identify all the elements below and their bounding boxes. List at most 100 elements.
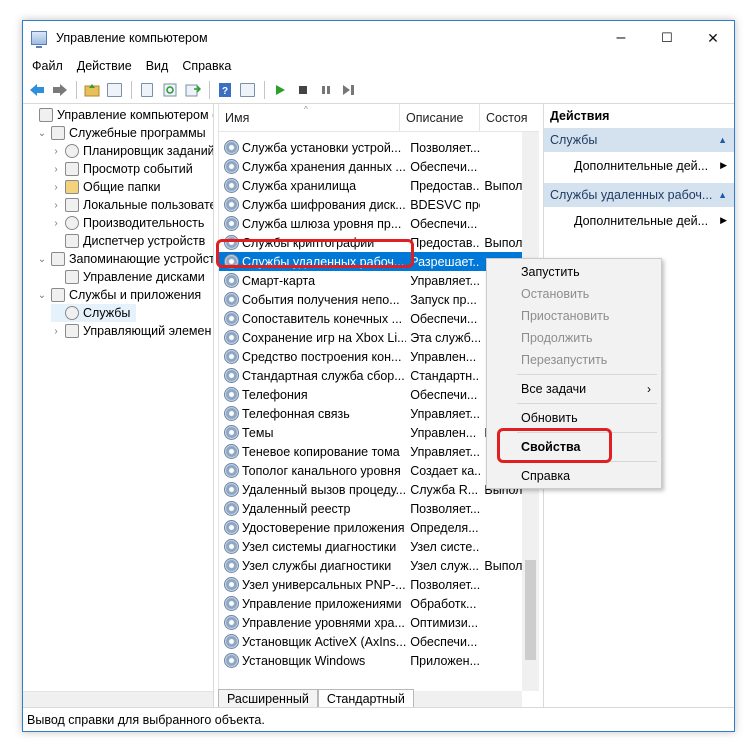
table-row[interactable]: Служба шлюза уровня пр... Обеспечи... xyxy=(219,214,522,233)
tab-extended[interactable]: Расширенный xyxy=(218,689,318,708)
menu-file[interactable]: Файл xyxy=(25,59,70,73)
table-row[interactable]: Тополог канального уровня Создает ка... xyxy=(219,461,522,480)
column-status[interactable]: Состоя xyxy=(480,104,539,132)
actions-section-rdp[interactable]: Службы удаленных рабоч... ▲ xyxy=(544,183,734,207)
refresh-icon[interactable] xyxy=(159,80,180,100)
tree-node-system-tools[interactable]: ⌄ Служебные программы xyxy=(37,124,206,142)
export-list-icon[interactable] xyxy=(182,80,203,100)
tree-node-performance[interactable]: › Производительность xyxy=(51,214,204,232)
table-row[interactable]: Управление приложениями Обработк... xyxy=(219,594,522,613)
back-arrow-icon[interactable] xyxy=(26,80,47,100)
expand-toggle[interactable]: ⌄ xyxy=(37,128,47,139)
expand-toggle[interactable]: › xyxy=(51,182,61,193)
table-row[interactable]: Смарт-карта Управляет... xyxy=(219,271,522,290)
stop-icon[interactable] xyxy=(292,80,313,100)
tree-node-device-manager[interactable]: Диспетчер устройств xyxy=(51,232,205,250)
tree-node-storage[interactable]: ⌄ Запоминающие устройст xyxy=(37,250,214,268)
table-row[interactable]: Сопоставитель конечных ... Обеспечи... xyxy=(219,309,522,328)
tree-node-label: Запоминающие устройст xyxy=(69,252,214,266)
tab-standard[interactable]: Стандартный xyxy=(317,689,414,708)
table-row[interactable]: События получения непо... Запуск пр... xyxy=(219,290,522,309)
show-hide-tree-icon[interactable] xyxy=(104,80,125,100)
menu-item-resume[interactable]: Продолжить xyxy=(487,327,661,349)
service-gear-icon xyxy=(224,159,239,174)
tree-node-task-scheduler[interactable]: › Планировщик заданий xyxy=(51,142,213,160)
collapse-icon[interactable]: ▲ xyxy=(718,135,727,145)
table-row[interactable]: Теневое копирование тома Управляет... xyxy=(219,442,522,461)
table-row[interactable]: Стандартная служба сбор... Стандартн... xyxy=(219,366,522,385)
table-row[interactable]: Узел универсальных PNP-... Позволяет... xyxy=(219,575,522,594)
expand-toggle[interactable]: ⌄ xyxy=(37,254,47,265)
action-label: Дополнительные дей... xyxy=(574,213,709,228)
tree-node-services-apps[interactable]: ⌄ Службы и приложения xyxy=(37,286,201,304)
column-name[interactable]: Имя xyxy=(219,104,400,132)
close-button[interactable]: ✕ xyxy=(690,21,734,55)
collapse-icon[interactable]: ▲ xyxy=(718,190,727,200)
menu-item-help[interactable]: Справка xyxy=(487,465,661,487)
expand-toggle[interactable]: ⌄ xyxy=(37,290,47,301)
service-name: Теневое копирование тома xyxy=(242,444,400,459)
expand-toggle[interactable]: › xyxy=(51,200,61,211)
table-row[interactable]: Удаленный вызов процеду... Служба R... Вып… xyxy=(219,480,522,499)
menu-help[interactable]: Справка xyxy=(175,59,238,73)
table-row[interactable]: Сохранение игр на Xbox Li... Эта служб... xyxy=(219,328,522,347)
expand-toggle[interactable]: › xyxy=(51,146,61,157)
tree-node-services[interactable]: Службы xyxy=(51,304,137,322)
menu-item-refresh[interactable]: Обновить xyxy=(487,407,661,429)
properties-icon[interactable] xyxy=(136,80,157,100)
menu-item-stop[interactable]: Остановить xyxy=(487,283,661,305)
help-topics-icon[interactable] xyxy=(237,80,258,100)
table-row[interactable]: Узел системы диагностики Узел систе... xyxy=(219,537,522,556)
tree-node-wmi-control[interactable]: › Управляющий элемен xyxy=(51,322,211,340)
menu-item-pause[interactable]: Приостановить xyxy=(487,305,661,327)
help-icon[interactable]: ? xyxy=(214,80,235,100)
table-row[interactable]: Средство построения кон... Управлен... xyxy=(219,347,522,366)
tree-node-shared-folders[interactable]: › Общие папки xyxy=(51,178,161,196)
table-row[interactable]: Служба установки устрой... Позволяет... xyxy=(219,138,522,157)
expand-toggle[interactable]: › xyxy=(51,218,61,229)
table-row[interactable]: Удостоверение приложения Определя... xyxy=(219,518,522,537)
forward-arrow-icon[interactable] xyxy=(49,80,70,100)
table-row[interactable]: Управление уровнями хра... Оптимизи... xyxy=(219,613,522,632)
scrollbar-thumb[interactable] xyxy=(525,560,536,660)
service-gear-icon xyxy=(224,311,239,326)
menu-view[interactable]: Вид xyxy=(139,59,176,73)
table-row[interactable]: Телефонная связь Управляет... xyxy=(219,404,522,423)
menu-item-start[interactable]: Запустить xyxy=(487,261,661,283)
service-gear-icon xyxy=(224,178,239,193)
expand-toggle[interactable]: › xyxy=(51,164,61,175)
table-row[interactable]: Удаленный реестр Позволяет... xyxy=(219,499,522,518)
table-row[interactable]: Телефония Обеспечи... xyxy=(219,385,522,404)
action-more-actions[interactable]: Дополнительные дей... ▶ xyxy=(544,207,734,234)
tree-node-event-viewer[interactable]: › Просмотр событий xyxy=(51,160,193,178)
table-row[interactable]: Узел службы диагностики Узел служ... Выпол xyxy=(219,556,522,575)
action-more-actions[interactable]: Дополнительные дей... ▶ xyxy=(544,152,734,179)
menu-item-all-tasks[interactable]: Все задачи › xyxy=(487,378,661,400)
expand-toggle[interactable]: › xyxy=(51,326,61,337)
tree-node-disk-management[interactable]: Управление дисками xyxy=(51,268,205,286)
service-name: Стандартная служба сбор... xyxy=(242,368,405,383)
menu-item-restart[interactable]: Перезапустить xyxy=(487,349,661,371)
service-gear-icon xyxy=(224,140,239,155)
folder-up-icon[interactable] xyxy=(81,80,102,100)
table-row[interactable]: Служба шифрования диск... BDESVC пре... xyxy=(219,195,522,214)
service-name: Служба хранилища xyxy=(242,178,357,193)
table-row[interactable]: ТемыУправлен...Выпол xyxy=(219,423,522,442)
actions-section-services[interactable]: Службы ▲ xyxy=(544,128,734,152)
maximize-button[interactable]: ☐ xyxy=(644,21,690,55)
table-row[interactable]: Установщик Windows Приложен... xyxy=(219,651,522,670)
title-bar[interactable]: Управление компьютером – ☐ ✕ xyxy=(23,21,734,55)
tree-node-local-users[interactable]: › Локальные пользовате xyxy=(51,196,213,214)
tree-node-root[interactable]: Управление компьютером (л xyxy=(25,106,213,124)
device-manager-icon xyxy=(65,234,79,248)
table-row[interactable]: Установщик ActiveX (AxIns... Обеспечи... xyxy=(219,632,522,651)
play-icon[interactable] xyxy=(269,80,290,100)
column-description[interactable]: Описание xyxy=(400,104,480,132)
minimize-button[interactable]: – xyxy=(598,21,644,55)
pause-icon[interactable] xyxy=(315,80,336,100)
menu-action[interactable]: Действие xyxy=(70,59,139,73)
restart-icon[interactable] xyxy=(338,80,359,100)
table-row[interactable]: Служба хранилища Предостав... Выпол xyxy=(219,176,522,195)
table-row[interactable]: Служба хранения данных ... Обеспечи... xyxy=(219,157,522,176)
tree-horizontal-scrollbar[interactable] xyxy=(23,691,213,708)
